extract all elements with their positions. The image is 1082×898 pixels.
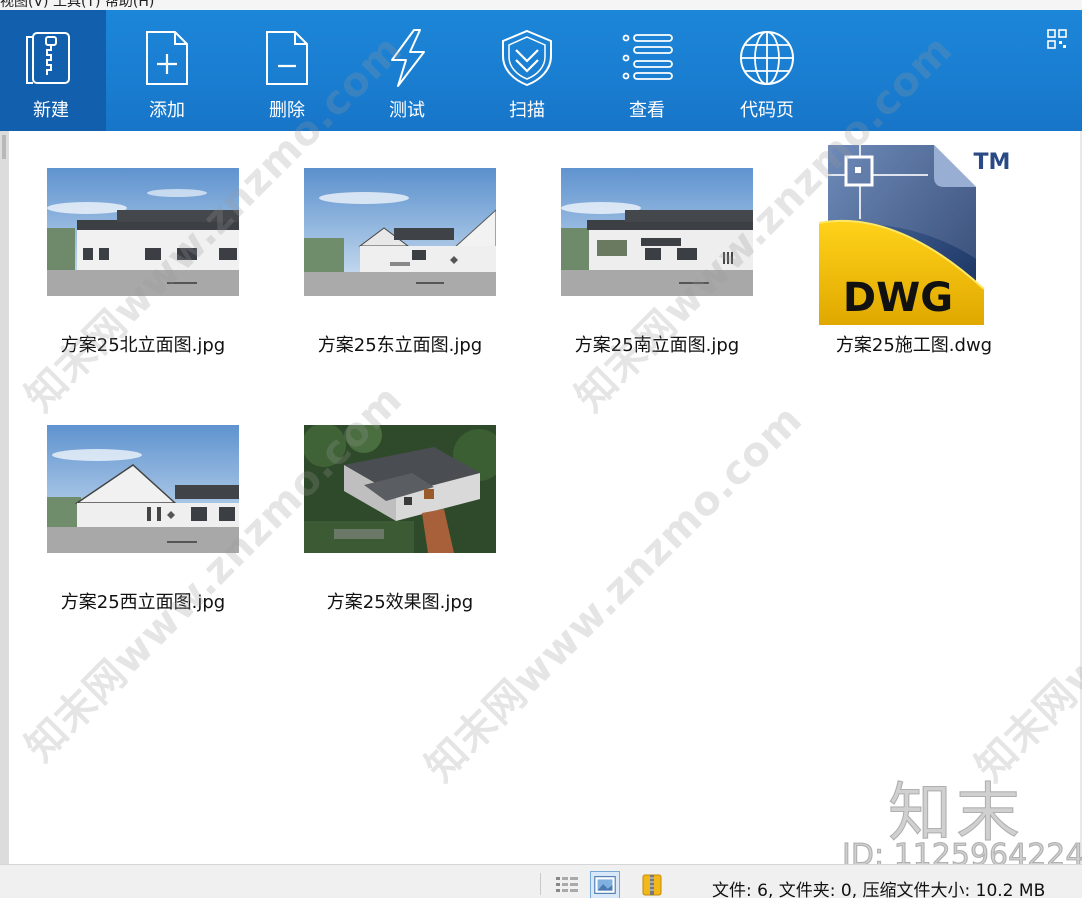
status-bar: 文件: 6, 文件夹: 0, 压缩文件大小: 10.2 MB xyxy=(0,864,1082,898)
file-item-rendering[interactable]: 方案25效果图.jpg xyxy=(284,388,496,618)
file-thumbnail xyxy=(304,425,496,553)
left-splitter[interactable] xyxy=(0,131,9,864)
toolbar-label-new: 新建 xyxy=(33,100,69,121)
view-button[interactable]: 查看 xyxy=(592,10,702,131)
trademark-label: TM xyxy=(974,150,1011,175)
scan-button[interactable]: 扫描 xyxy=(472,10,582,131)
toolbar-label-codepage: 代码页 xyxy=(740,100,794,121)
file-thumbnail xyxy=(47,425,239,553)
file-item-south-elevation[interactable]: 方案25南立面图.jpg xyxy=(541,131,753,361)
file-name: 方案25效果图.jpg xyxy=(326,592,474,613)
status-divider xyxy=(540,873,541,895)
new-archive-button[interactable]: 新建 xyxy=(0,10,106,131)
toolbar-label-add: 添加 xyxy=(149,100,185,121)
file-name: 方案25南立面图.jpg xyxy=(574,335,740,356)
codepage-button[interactable]: 代码页 xyxy=(712,10,822,131)
toolbar: 新建 添加 删除 测试 扫描 查看 代码页 xyxy=(0,10,1082,131)
file-item-construction-drawing[interactable]: DWG TM 方案25施工图.dwg xyxy=(798,131,1010,361)
file-name: 方案25东立面图.jpg xyxy=(317,335,483,356)
file-thumbnail xyxy=(47,168,239,296)
dwg-label: DWG xyxy=(843,275,953,321)
add-button[interactable]: 添加 xyxy=(112,10,222,131)
toolbar-label-test: 测试 xyxy=(389,100,425,121)
file-thumbnail xyxy=(304,168,496,296)
archive-icon xyxy=(640,873,664,897)
toolbar-label-scan: 扫描 xyxy=(509,100,545,121)
archive-summary: 文件: 6, 文件夹: 0, 压缩文件大小: 10.2 MB xyxy=(712,881,1046,898)
file-name: 方案25北立面图.jpg xyxy=(60,335,226,356)
archive-zip-icon xyxy=(26,32,70,84)
test-button[interactable]: 测试 xyxy=(352,10,462,131)
file-item-east-elevation[interactable]: 方案25东立面图.jpg xyxy=(284,131,496,361)
file-item-north-elevation[interactable]: 方案25北立面图.jpg xyxy=(27,131,239,361)
toolbar-label-view: 查看 xyxy=(629,100,665,121)
remove-file-icon xyxy=(266,31,308,85)
dwg-file-icon: DWG TM xyxy=(816,139,1016,331)
list-icon xyxy=(622,34,673,80)
file-name: 方案25施工图.dwg xyxy=(835,335,993,356)
menu-bar-text[interactable]: 视图(V) 工具(T) 帮助(H) xyxy=(0,0,154,10)
grid-view-icon[interactable] xyxy=(1046,28,1068,50)
file-name: 方案25西立面图.jpg xyxy=(60,592,226,613)
menu-bar: 视图(V) 工具(T) 帮助(H) xyxy=(0,0,1082,10)
add-file-icon xyxy=(146,31,188,85)
globe-icon xyxy=(740,31,794,85)
delete-button[interactable]: 删除 xyxy=(232,10,342,131)
thumbnail-view-icon[interactable] xyxy=(590,871,620,898)
file-thumbnail xyxy=(561,168,753,296)
toolbar-label-delete: 删除 xyxy=(269,100,305,121)
details-view-icon[interactable] xyxy=(554,875,580,895)
archive-manager-window: 视图(V) 工具(T) 帮助(H) 新建 添加 删除 测试 扫描 查看 代码页 … xyxy=(0,0,1082,898)
site-watermark: 知末网www.znzmo.com xyxy=(967,396,1082,791)
shield-check-icon xyxy=(502,29,552,87)
file-thumbnail-area[interactable]: 方案25北立面图.jpg 方案25东立面图.jpg 方案25南立面图.jpg D… xyxy=(0,26,1082,864)
file-item-west-elevation[interactable]: 方案25西立面图.jpg xyxy=(27,388,239,618)
lightning-icon xyxy=(391,29,425,87)
